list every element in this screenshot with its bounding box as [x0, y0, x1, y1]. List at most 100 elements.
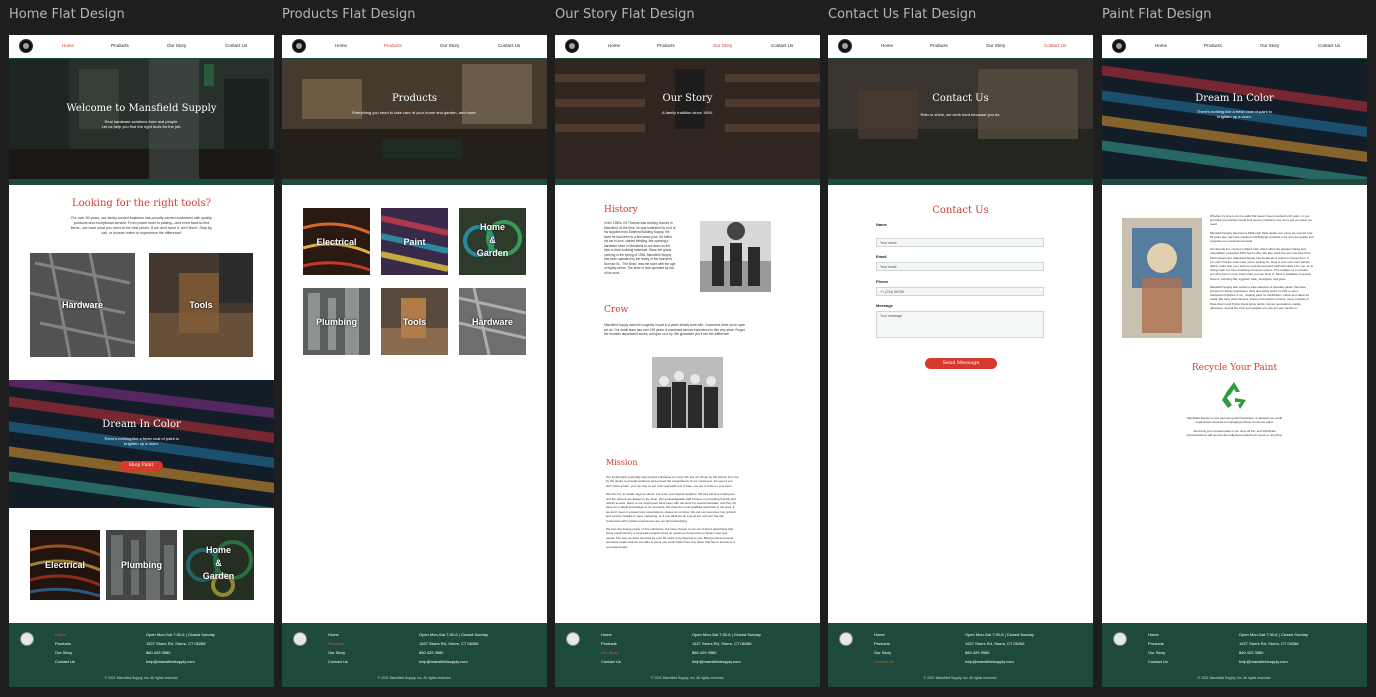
footer-logo-icon[interactable] [293, 632, 307, 646]
logo-icon[interactable] [565, 39, 579, 53]
footer-link-products[interactable]: Products [1148, 641, 1164, 646]
logo-icon[interactable] [838, 39, 852, 53]
footer-link-contact[interactable]: Contact Us [601, 659, 621, 664]
send-message-button[interactable]: Send Message [925, 358, 997, 369]
logo-icon[interactable] [292, 39, 306, 53]
footer-link-contact[interactable]: Contact Us [874, 659, 894, 664]
nav-our-story[interactable]: Our Story [713, 43, 732, 48]
home-garden-tile[interactable]: Home & Garden [183, 530, 254, 600]
footer-address: 1527 Storrs Rd, Storrs, CT 06268 [146, 641, 206, 646]
shop-paint-button[interactable]: Shop Paint [119, 461, 163, 471]
paint-text: Whether it's time to do the walls that h… [1210, 214, 1352, 310]
footer-link-our-story[interactable]: Our Story [874, 650, 891, 655]
nav-contact[interactable]: Contact Us [1318, 43, 1340, 48]
footer-link-our-story[interactable]: Our Story [1148, 650, 1165, 655]
logo-icon[interactable] [1112, 39, 1126, 53]
footer-email[interactable]: help@mansfieldsupply.com [419, 659, 468, 664]
paint-photo [1122, 218, 1202, 338]
recycle-line: representatives will remove the collecte… [1186, 432, 1283, 437]
footer-link-home[interactable]: Home [1148, 632, 1159, 637]
footer: Home Products Our Story Contact Us Open … [1102, 623, 1367, 687]
hero-banner: Our Story A family tradition since 1954. [555, 59, 820, 179]
hardware-tile[interactable]: Hardware [30, 253, 135, 357]
nav-products[interactable]: Products [657, 43, 675, 48]
footer-logo-icon[interactable] [1113, 632, 1127, 646]
nav-our-story[interactable]: Our Story [986, 43, 1005, 48]
nav-contact[interactable]: Contact Us [498, 43, 520, 48]
footer-email[interactable]: help@mansfieldsupply.com [692, 659, 741, 664]
footer-link-home[interactable]: Home [55, 632, 66, 637]
email-input[interactable]: Your email [876, 262, 1044, 271]
footer-email[interactable]: help@mansfieldsupply.com [146, 659, 195, 664]
nav-products[interactable]: Products [1204, 43, 1222, 48]
footer-phone[interactable]: 860 429 3980 [419, 650, 443, 655]
footer-link-home[interactable]: Home [601, 632, 612, 637]
message-textarea[interactable]: Your message [876, 311, 1044, 338]
nav-products[interactable]: Products [930, 43, 948, 48]
nav-our-story[interactable]: Our Story [167, 43, 186, 48]
footer-phone[interactable]: 860 429 3980 [692, 650, 716, 655]
phone-input[interactable]: +1 (234) 56789 [876, 287, 1044, 296]
nav-products[interactable]: Products [111, 43, 129, 48]
electrical-tile[interactable]: Electrical [303, 208, 370, 275]
nav-contact[interactable]: Contact Us [1044, 43, 1066, 48]
footer-phone[interactable]: 860 429 3980 [1239, 650, 1263, 655]
footer-logo-icon[interactable] [20, 632, 34, 646]
footer-logo-icon[interactable] [566, 632, 580, 646]
home-garden-tile[interactable]: Home & Garden [459, 208, 526, 275]
nav-products[interactable]: Products [384, 43, 402, 48]
footer-link-contact[interactable]: Contact Us [55, 659, 75, 664]
footer-address: 1527 Storrs Rd, Storrs, CT 06268 [692, 641, 752, 646]
hero-banner: Contact Us Rain or shine, we work hard b… [828, 59, 1093, 179]
logo-icon[interactable] [19, 39, 33, 53]
footer-address: 1527 Storrs Rd, Storrs, CT 06268 [1239, 641, 1299, 646]
paint-line: adhesives, and all the tools and supplie… [1210, 305, 1298, 310]
top-nav: Home Products Our Story Contact Us [282, 35, 547, 58]
footer-email[interactable]: help@mansfieldsupply.com [965, 659, 1014, 664]
frame-title-paint: Paint Flat Design [1102, 7, 1212, 22]
footer-link-our-story[interactable]: Our Story [328, 650, 345, 655]
hardware-tile[interactable]: Hardware [459, 288, 526, 355]
tools-tile[interactable]: Tools [149, 253, 253, 357]
history-photo-image [700, 221, 771, 292]
plumbing-tile[interactable]: Plumbing [303, 288, 370, 355]
hero-divider [9, 179, 274, 185]
nav-our-story[interactable]: Our Story [440, 43, 459, 48]
footer-link-our-story[interactable]: Our Story [55, 650, 72, 655]
footer-phone[interactable]: 860 429 3980 [146, 650, 170, 655]
hero-banner: Welcome to Mansfield Supply Real hardwar… [9, 59, 274, 179]
footer-hours: Open Mon-Sat 7:30-6 | Closed Sunday [146, 632, 215, 637]
crew-line: the monster department stores, and give … [604, 332, 730, 336]
nav-home[interactable]: Home [608, 43, 620, 48]
footer-logo-icon[interactable] [839, 632, 853, 646]
message-label: Message [876, 303, 893, 308]
nav-our-story[interactable]: Our Story [1260, 43, 1279, 48]
plumbing-tile[interactable]: Plumbing [106, 530, 177, 600]
hero-title: Products [391, 93, 438, 104]
nav-home[interactable]: Home [62, 43, 74, 48]
footer-link-products[interactable]: Products [55, 641, 71, 646]
frame-title-contact: Contact Us Flat Design [828, 7, 977, 22]
nav-contact[interactable]: Contact Us [771, 43, 793, 48]
hero-banner: Products Everything you need to take car… [282, 59, 547, 179]
hero-subtitle-2: brighten up a room. [1217, 114, 1252, 119]
footer-email[interactable]: help@mansfieldsupply.com [1239, 659, 1288, 664]
hero-divider [828, 179, 1093, 185]
nav-home[interactable]: Home [881, 43, 893, 48]
tools-tile[interactable]: Tools [381, 288, 448, 355]
footer-link-home[interactable]: Home [874, 632, 885, 637]
footer-link-products[interactable]: Products [328, 641, 344, 646]
electrical-tile[interactable]: Electrical [30, 530, 100, 600]
footer-link-contact[interactable]: Contact Us [1148, 659, 1168, 664]
paint-tile[interactable]: Paint [381, 208, 448, 275]
footer-link-home[interactable]: Home [328, 632, 339, 637]
footer-phone[interactable]: 860 429 3980 [965, 650, 989, 655]
footer-link-contact[interactable]: Contact Us [328, 659, 348, 664]
footer-link-our-story[interactable]: Our Story [601, 650, 618, 655]
footer-link-products[interactable]: Products [874, 641, 890, 646]
nav-contact[interactable]: Contact Us [225, 43, 247, 48]
nav-home[interactable]: Home [335, 43, 347, 48]
name-input[interactable]: Your name [876, 238, 1044, 247]
nav-home[interactable]: Home [1155, 43, 1167, 48]
footer-link-products[interactable]: Products [601, 641, 617, 646]
